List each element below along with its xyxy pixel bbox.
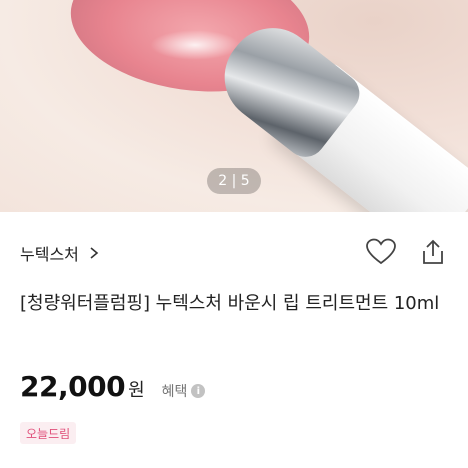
heart-icon xyxy=(366,238,396,265)
brand-name: 누텍스처 xyxy=(20,245,79,264)
share-button[interactable] xyxy=(422,239,444,265)
info-icon: i xyxy=(191,384,206,398)
benefit-button[interactable]: 혜택 i xyxy=(162,381,206,401)
product-title: [청량워터플럼핑] 누텍스처 바운시 립 트리트먼트 10ml xyxy=(20,293,440,314)
price-value: 22,000 xyxy=(20,370,126,403)
product-image-carousel[interactable]: 2 | 5 xyxy=(0,0,468,212)
lips-shine xyxy=(150,30,240,60)
currency-label: 원 xyxy=(128,380,145,401)
carousel-page-indicator: 2 | 5 xyxy=(207,168,261,194)
wishlist-button[interactable] xyxy=(366,238,396,266)
brand-link[interactable]: 누텍스처 xyxy=(20,241,101,265)
delivery-badge: 오늘드림 xyxy=(20,422,77,444)
price-row: 22,000 원 혜택 i xyxy=(20,370,206,403)
share-icon xyxy=(423,239,443,264)
benefit-label: 혜택 xyxy=(161,384,188,400)
chevron-right-icon xyxy=(90,247,99,259)
